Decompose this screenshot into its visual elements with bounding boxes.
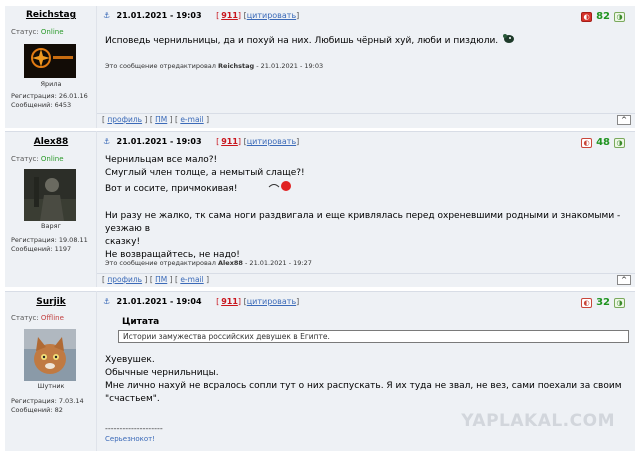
rating-score: 32 bbox=[596, 297, 610, 308]
author-meta: Регистрация: 19.08.11 Сообщений: 1197 bbox=[11, 236, 88, 253]
post-header: ⚓ 21.01.2021 - 19:03 [911] [цитировать] … bbox=[103, 137, 629, 149]
signature-divider: -------------------- bbox=[105, 424, 163, 433]
author-status: Статус: Offline bbox=[11, 314, 64, 322]
vote-up-button[interactable]: ◑ bbox=[614, 11, 625, 22]
post-date: 21.01.2021 - 19:03 bbox=[116, 11, 202, 20]
rating-score: 48 bbox=[596, 137, 610, 148]
author-nick[interactable]: Surjik bbox=[5, 297, 97, 307]
smiley-icon bbox=[268, 180, 292, 197]
post-number[interactable]: 911 bbox=[221, 137, 238, 146]
anchor-icon[interactable]: ⚓ bbox=[103, 297, 112, 306]
rating-score: 82 bbox=[596, 11, 610, 22]
author-status: Статус: Online bbox=[11, 28, 64, 36]
quote-box: Истории замужества российских девушек в … bbox=[118, 330, 629, 343]
profile-link[interactable]: профиль bbox=[107, 275, 142, 284]
post-body: Исповедь чернильницы, да и похуй на них.… bbox=[105, 32, 625, 49]
author-meta: Регистрация: 26.01.16 Сообщений: 6453 bbox=[11, 92, 88, 109]
status-online: Online bbox=[40, 28, 64, 36]
post-number[interactable]: 911 bbox=[221, 11, 238, 20]
vote-up-button[interactable]: ◑ bbox=[614, 137, 625, 148]
avatar[interactable] bbox=[24, 329, 76, 381]
post-header: ⚓ 21.01.2021 - 19:04 [911] [цитировать] … bbox=[103, 297, 629, 309]
post-body: Чернильцам все мало?! Смуглый член толще… bbox=[105, 155, 621, 260]
author-meta: Регистрация: 7.03.14 Сообщений: 82 bbox=[11, 397, 84, 414]
scroll-up-button[interactable]: ^ bbox=[617, 275, 631, 285]
vote-up-button[interactable]: ◑ bbox=[614, 297, 625, 308]
author-nick[interactable]: Reichstag bbox=[5, 10, 97, 20]
rating: ◐ 82 ◑ bbox=[581, 11, 625, 22]
quote-link[interactable]: цитировать bbox=[247, 11, 296, 20]
vote-down-button[interactable]: ◐ bbox=[581, 297, 593, 308]
forum-thread: Reichstag Статус: Online Ярила Регистрац… bbox=[0, 0, 640, 451]
anchor-icon[interactable]: ⚓ bbox=[103, 137, 112, 146]
quote-link[interactable]: цитировать bbox=[247, 297, 296, 306]
post-date: 21.01.2021 - 19:04 bbox=[116, 297, 202, 306]
post-footer: [ профиль ] [ ПМ ] [ e-mail ] ^ bbox=[97, 113, 635, 126]
watermark: YAPLAKAL.COM bbox=[461, 411, 615, 431]
status-offline: Offline bbox=[40, 314, 64, 322]
quote-link[interactable]: цитировать bbox=[247, 137, 296, 146]
author-status: Статус: Online bbox=[11, 155, 64, 163]
avatar-caption: Шутник bbox=[37, 382, 65, 390]
pm-link[interactable]: ПМ bbox=[155, 115, 167, 124]
pm-link[interactable]: ПМ bbox=[155, 275, 167, 284]
status-online: Online bbox=[40, 155, 64, 163]
rating: ◐ 48 ◑ bbox=[581, 137, 625, 148]
author-nick[interactable]: Alex88 bbox=[5, 137, 97, 147]
edit-note: Это сообщение отредактировал Alex88 - 21… bbox=[105, 259, 312, 267]
avatar-caption: Ярила bbox=[40, 80, 62, 88]
post: Alex88 Статус: Online Варяг Регистрация:… bbox=[5, 131, 635, 287]
post-header: ⚓ 21.01.2021 - 19:03 [911] [цитировать] … bbox=[103, 11, 629, 23]
smiley-icon bbox=[501, 32, 515, 49]
quote-title: Цитата bbox=[122, 317, 160, 327]
avatar[interactable] bbox=[24, 169, 76, 221]
post-number[interactable]: 911 bbox=[221, 297, 238, 306]
post-date: 21.01.2021 - 19:03 bbox=[116, 137, 202, 146]
email-link[interactable]: e-mail bbox=[180, 275, 203, 284]
vote-down-button[interactable]: ◐ bbox=[581, 11, 593, 22]
edit-note: Это сообщение отредактировал Reichstag -… bbox=[105, 62, 324, 70]
scroll-up-button[interactable]: ^ bbox=[617, 115, 631, 125]
avatar[interactable] bbox=[24, 44, 76, 78]
avatar-caption: Варяг bbox=[41, 222, 61, 230]
post-footer: [ профиль ] [ ПМ ] [ e-mail ] ^ bbox=[97, 273, 635, 286]
profile-link[interactable]: профиль bbox=[107, 115, 142, 124]
email-link[interactable]: e-mail bbox=[180, 115, 203, 124]
vote-down-button[interactable]: ◐ bbox=[581, 137, 593, 148]
post-body: Хуевушек. Обычные чернильницы. Мне лично… bbox=[105, 355, 622, 404]
signature: Серьезнокот! bbox=[105, 435, 156, 443]
anchor-icon[interactable]: ⚓ bbox=[103, 11, 112, 20]
post: Reichstag Статус: Online Ярила Регистрац… bbox=[5, 6, 635, 128]
rating: ◐ 32 ◑ bbox=[581, 297, 625, 308]
